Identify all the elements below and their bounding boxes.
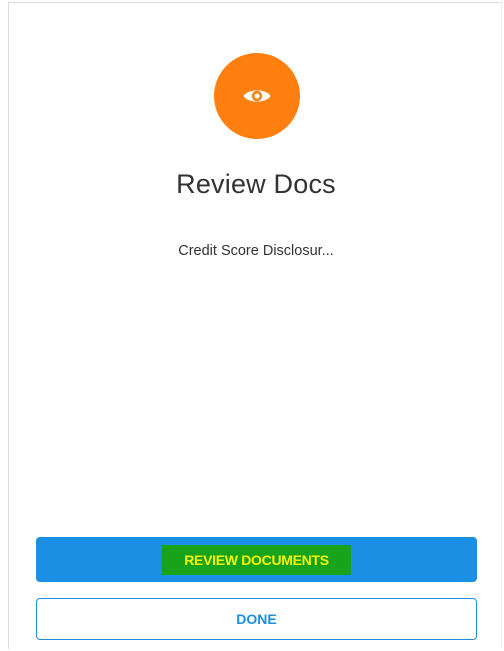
review-docs-card: Review Docs Credit Score Disclosur... RE… <box>8 2 502 649</box>
page-title: Review Docs <box>176 169 336 199</box>
review-documents-button[interactable]: REVIEW DOCUMENTS <box>36 537 477 582</box>
review-documents-label: REVIEW DOCUMENTS <box>162 544 351 575</box>
eye-icon-glyph <box>243 90 271 102</box>
done-button[interactable]: DONE <box>36 598 477 640</box>
eye-icon <box>214 53 300 139</box>
page: Review Docs Credit Score Disclosur... RE… <box>0 0 504 651</box>
document-name-link[interactable]: Credit Score Disclosur... <box>9 243 503 259</box>
